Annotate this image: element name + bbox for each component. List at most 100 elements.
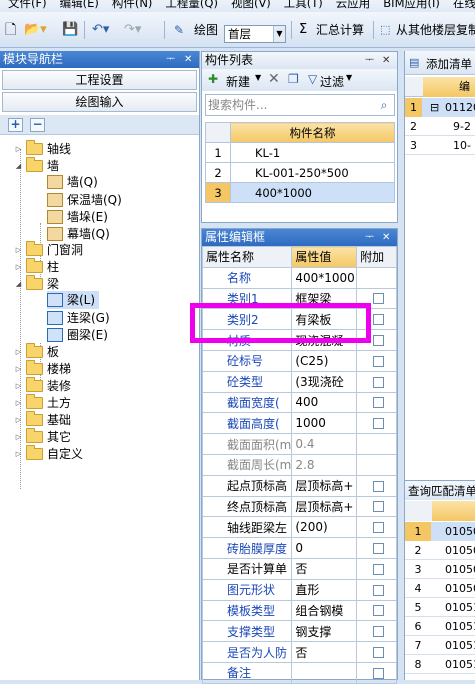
table-row[interactable]: 501051 [405, 598, 475, 617]
collapse-icon[interactable]: ⊟ [430, 98, 439, 117]
table-row[interactable]: 801051 [405, 655, 475, 674]
redo-icon[interactable]: ↷▾ [124, 20, 141, 40]
table-row[interactable]: 101120⊟ [405, 98, 475, 117]
property-value[interactable]: 钢支撑 [291, 620, 358, 643]
additional-checkbox[interactable] [372, 563, 384, 575]
table-row[interactable]: 201050 [405, 541, 475, 560]
chevron-down-icon[interactable]: ▼ [255, 73, 261, 82]
filter-icon[interactable]: ▽ [308, 72, 317, 86]
additional-checkbox[interactable] [372, 376, 384, 388]
chevron-down-icon[interactable]: ▼ [273, 26, 285, 42]
property-value[interactable]: (200) [291, 516, 358, 539]
draw-icon[interactable]: ✎ [174, 20, 184, 40]
delete-icon[interactable]: ✕ [268, 71, 280, 87]
tree-node-beam-l[interactable]: 梁(L) [47, 291, 99, 309]
undo-icon[interactable]: ↶▾ [92, 20, 109, 40]
project-settings-button[interactable]: 工程设置 [2, 70, 197, 90]
table-row[interactable]: 1 KL-1 [205, 142, 395, 163]
property-row[interactable]: 截面高度(1000 [201, 412, 397, 435]
menu-item[interactable]: 构件(N) [104, 0, 158, 11]
additional-checkbox[interactable] [372, 480, 384, 492]
table-row[interactable]: 101050 [405, 522, 475, 541]
add-bill-icon[interactable]: ▤ [409, 56, 419, 69]
copy-floor-button[interactable]: 从其他楼层复制 [396, 20, 475, 40]
property-row[interactable]: 是否计算单否 [201, 557, 397, 580]
additional-checkbox[interactable] [372, 522, 384, 534]
table-row[interactable]: 401050 [405, 579, 475, 598]
menu-item[interactable]: 工程量(Q) [157, 0, 223, 11]
additional-checkbox[interactable] [372, 418, 384, 430]
property-value[interactable]: 1000 [291, 412, 358, 435]
menu-item[interactable]: 在线服 [445, 0, 475, 11]
property-value[interactable]: 层顶标高+ [291, 495, 358, 518]
pin-icon[interactable]: ᅮ [166, 51, 175, 68]
property-row[interactable]: 截面宽度(400 [201, 391, 397, 414]
search-icon[interactable]: ⌕ [376, 97, 392, 113]
additional-checkbox[interactable] [372, 501, 384, 513]
property-value[interactable] [291, 661, 358, 684]
close-icon[interactable]: ✕ [382, 229, 390, 246]
property-row[interactable]: 模板类型 组合钢模 [201, 599, 397, 622]
property-row[interactable]: 砖胎膜厚度 0 [201, 537, 397, 559]
menu-item[interactable]: BIM应用(I) [375, 0, 445, 11]
sum-icon[interactable]: Σ [299, 20, 307, 40]
menu-item[interactable]: 文件(F) [0, 0, 52, 11]
property-value[interactable]: 层顶标高+ [291, 474, 358, 497]
sum-button[interactable]: 汇总计算 [316, 20, 364, 40]
additional-checkbox[interactable] [372, 626, 384, 638]
property-value[interactable]: 否 [291, 641, 358, 663]
property-row[interactable]: 起点顶标高 层顶标高+ [201, 474, 397, 497]
additional-checkbox[interactable] [372, 293, 384, 305]
search-input[interactable]: 搜索构件... ⌕ [205, 94, 395, 116]
property-value[interactable]: 0.4 [291, 433, 358, 455]
table-row[interactable]: 701051 [405, 636, 475, 655]
menu-item[interactable]: 视图(V) [223, 0, 276, 11]
property-row[interactable]: 截面周长(m 2.8 [201, 453, 397, 476]
expand-all-button[interactable]: + [8, 118, 23, 132]
draw-input-button[interactable]: 绘图输入 [2, 92, 197, 112]
additional-checkbox[interactable] [372, 543, 384, 555]
draw-button[interactable]: 绘图 [194, 20, 218, 40]
property-row[interactable]: 名称 400*1000 [201, 266, 397, 289]
chevron-down-icon[interactable]: ▼ [346, 73, 352, 82]
table-row[interactable]: 2 KL-001-250*500 [205, 162, 395, 183]
property-row[interactable]: 图元形状 直形 [201, 578, 397, 601]
collapse-all-button[interactable]: − [30, 118, 45, 132]
property-value[interactable]: (C25) [291, 349, 358, 372]
new-button[interactable]: 新建 [226, 73, 250, 90]
copy-icon[interactable]: ❐ [288, 72, 299, 86]
additional-checkbox[interactable] [372, 667, 384, 679]
property-value[interactable]: 400 [291, 391, 358, 414]
property-value[interactable]: (3现浇砼 [291, 370, 358, 393]
additional-checkbox[interactable] [372, 647, 384, 659]
floor-select[interactable]: 首层 ▼ [224, 25, 286, 43]
property-row[interactable]: 砼标号 (C25) [201, 349, 397, 372]
additional-checkbox[interactable] [372, 584, 384, 596]
property-row[interactable]: 截面面积(m 0.4 [201, 433, 397, 455]
table-row[interactable]: 3 400*1000 [205, 182, 395, 203]
menu-item[interactable]: 编辑(E) [52, 0, 104, 11]
property-row[interactable]: 是否为人防否 [201, 641, 397, 663]
additional-checkbox[interactable] [372, 314, 384, 326]
new-file-icon[interactable]: 🗋 [5, 20, 16, 40]
copy-floor-icon[interactable]: ⬚ [380, 20, 390, 40]
close-icon[interactable]: ✕ [184, 51, 192, 68]
table-row[interactable]: 3 10- [405, 136, 475, 155]
menu-item[interactable]: 工具(T) [276, 0, 328, 11]
additional-checkbox[interactable] [372, 335, 384, 347]
col-code[interactable]: 编 [423, 77, 475, 97]
menu-item[interactable]: 云应用 [328, 0, 376, 11]
property-value[interactable]: 400*1000 [291, 266, 358, 289]
property-row[interactable]: 终点顶标高 层顶标高+ [201, 495, 397, 518]
pin-icon[interactable]: ᅮ [365, 52, 374, 69]
table-row[interactable]: 2 9-2 [405, 117, 475, 136]
additional-checkbox[interactable] [372, 355, 384, 367]
property-row[interactable]: 支撑类型 钢支撑 [201, 620, 397, 643]
property-value[interactable]: 组合钢模 [291, 599, 358, 622]
property-row[interactable]: 砼类型 (3现浇砼 [201, 370, 397, 393]
property-value[interactable]: 直形 [291, 578, 358, 601]
property-value[interactable]: 否 [291, 557, 358, 580]
add-bill-button[interactable]: 添加清单 [426, 56, 472, 72]
filter-button[interactable]: 过滤 [320, 73, 344, 90]
new-icon[interactable]: ✚ [208, 72, 218, 86]
